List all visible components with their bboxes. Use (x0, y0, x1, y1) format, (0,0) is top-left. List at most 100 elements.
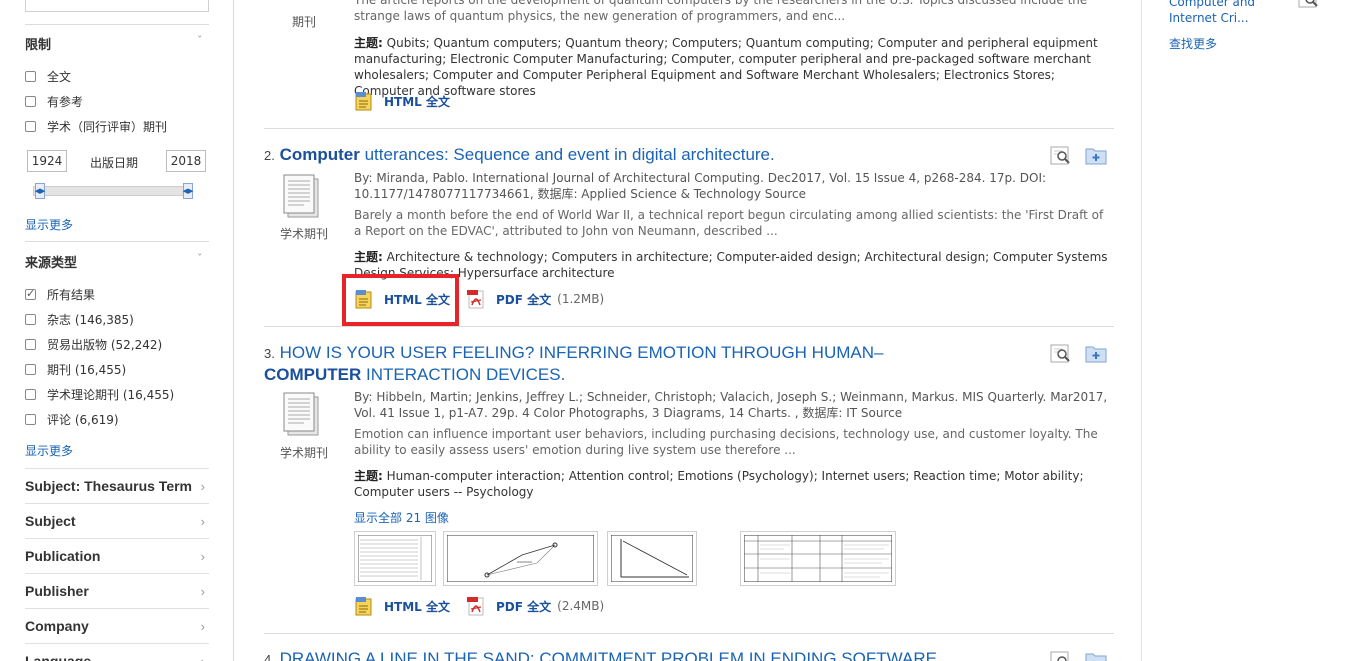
result-links: HTML 全文 PDF 全文 (2.4MB) (354, 596, 620, 616)
source-type-reviews[interactable]: 评论 (6,619) (25, 411, 119, 428)
checkbox[interactable] (25, 287, 36, 300)
date-to-input[interactable]: 2018 (166, 150, 206, 172)
subjects-text: Qubits; Quantum computers; Quantum theor… (354, 36, 1098, 98)
checkbox[interactable] (25, 121, 36, 132)
source-type-periodicals[interactable]: 期刊 (16,455) (25, 361, 126, 378)
checkbox-label: 学术理论期刊 (16,455) (47, 388, 175, 402)
link-label: HTML 全文 (384, 599, 450, 614)
facet-subject[interactable]: Subject › (25, 503, 209, 538)
checkbox-label: 杂志 (146,385) (47, 313, 134, 327)
pdf-fulltext-link[interactable]: PDF 全文 (2.4MB) (466, 596, 604, 616)
facet-company[interactable]: Company › (25, 608, 209, 643)
add-to-folder-icon[interactable] (1085, 343, 1107, 363)
doc-type-label: 学术期刊 (279, 227, 328, 241)
date-label: 出版日期 (90, 156, 139, 170)
result-number: 4. (264, 652, 275, 661)
result-title[interactable]: 2. Computer utterances: Sequence and eve… (264, 144, 775, 166)
related-topic-link[interactable]: Computer and Internet Cri... (1169, 0, 1289, 26)
chevron-up-icon[interactable]: ˇ (197, 34, 203, 47)
show-more-link[interactable]: 显示更多 (25, 442, 73, 459)
image-thumbnail[interactable] (607, 531, 697, 586)
checkbox[interactable] (25, 339, 36, 350)
checkbox[interactable] (25, 96, 36, 107)
preview-magnifier-icon[interactable] (1050, 343, 1072, 363)
source-type-trade[interactable]: 贸易出版物 (52,242) (25, 336, 162, 353)
diagram-thumbnail-icon (446, 534, 595, 583)
limit-heading[interactable]: 限制 (25, 34, 51, 53)
chevron-right-icon: › (200, 618, 205, 634)
image-thumbnail[interactable] (354, 531, 436, 586)
table-thumbnail-icon (743, 534, 893, 583)
checkbox-label: 全文 (47, 70, 72, 84)
result-abstract: Barely a month before the end of World W… (354, 208, 1104, 238)
find-more-link[interactable]: 查找更多 (1169, 35, 1217, 52)
facet-publisher[interactable]: Publisher › (25, 573, 209, 608)
show-all-images-link[interactable]: 显示全部 21 图像 (354, 509, 449, 526)
facet-publication[interactable]: Publication › (25, 538, 209, 573)
subjects-text: Human-computer interaction; Attention co… (354, 469, 1084, 499)
chevron-right-icon: › (200, 653, 205, 661)
link-label: PDF 全文 (496, 599, 552, 614)
limit-option-fulltext[interactable]: 全文 (25, 68, 71, 85)
divider (25, 241, 209, 242)
checkbox-label: 有参考 (47, 95, 84, 109)
result-abstract: The article reports on the development o… (354, 0, 1088, 23)
source-type-academic[interactable]: 学术理论期刊 (16,455) (25, 386, 174, 403)
add-to-folder-icon[interactable] (1085, 650, 1107, 661)
limit-option-references[interactable]: 有参考 (25, 93, 83, 110)
checkbox[interactable] (25, 414, 36, 425)
academic-journal-icon (283, 392, 319, 436)
html-fulltext-link[interactable]: HTML 全文 (354, 91, 450, 111)
result-abstract: Emotion can influence important user beh… (354, 427, 1098, 457)
chart-thumbnail-icon (610, 534, 694, 583)
slider-handle-right[interactable]: ◀▶ (183, 183, 193, 199)
source-type-all[interactable]: 所有结果 (25, 286, 95, 303)
result-number: 2. (264, 148, 275, 163)
pdf-doc-icon (467, 597, 484, 616)
preview-magnifier-icon[interactable] (1050, 145, 1072, 165)
highlight-box (342, 274, 459, 326)
slider-handle-left[interactable]: ◀▶ (35, 183, 45, 199)
chevron-right-icon: › (200, 548, 205, 564)
image-thumbnail[interactable] (443, 531, 598, 586)
checkbox-label: 期刊 (16,455) (47, 363, 127, 377)
results-list: 期刊 The article reports on the developmen… (264, 0, 1114, 661)
checkbox[interactable] (25, 71, 36, 82)
checkbox[interactable] (25, 314, 36, 325)
source-type-heading[interactable]: 来源类型 (25, 252, 77, 271)
result-title[interactable]: 4. DRAWING A LINE IN THE SAND: COMMITMEN… (264, 648, 1024, 661)
chevron-right-icon: › (200, 583, 205, 599)
related-panel: Computer and Internet Cri... 查找更多 (1141, 0, 1347, 661)
html-fulltext-link[interactable]: HTML 全文 (354, 596, 450, 616)
title-text: HOW IS YOUR USER FEELING? INFERRING EMOT… (279, 343, 884, 362)
add-to-folder-icon[interactable] (1085, 145, 1107, 165)
result-subjects: 主题: Human-computer interaction; Attentio… (354, 468, 1114, 500)
sidebar: 限制 ˇ 全文 有参考 学术（同行评审）期刊 1924 出版日期 2018 ◀▶… (0, 0, 234, 661)
show-more-link[interactable]: 显示更多 (25, 216, 73, 233)
preview-magnifier-icon[interactable] (1050, 650, 1072, 661)
pdf-fulltext-link[interactable]: PDF 全文 (1.2MB) (466, 289, 604, 309)
chevron-up-icon[interactable]: ˇ (197, 252, 203, 265)
result-divider (264, 128, 1114, 129)
limit-option-peer-reviewed[interactable]: 学术（同行评审）期刊 (25, 118, 167, 135)
date-from-input[interactable]: 1924 (27, 150, 67, 172)
facet-thesaurus-term[interactable]: Subject: Thesaurus Term › (25, 468, 209, 503)
result-subjects: 主题: Qubits; Quantum computers; Quantum t… (354, 35, 1114, 99)
facet-label: Publication (25, 548, 101, 564)
result-links: HTML 全文 (354, 91, 466, 111)
checkbox[interactable] (25, 389, 36, 400)
facet-label: Subject: Thesaurus Term (25, 478, 193, 494)
preview-magnifier-icon[interactable] (1298, 0, 1320, 8)
date-slider-track[interactable] (33, 186, 191, 196)
source-type-magazines[interactable]: 杂志 (146,385) (25, 311, 134, 328)
link-label: HTML 全文 (384, 94, 450, 109)
checkbox-label: 评论 (6,619) (47, 413, 119, 427)
title-highlight: Computer (279, 145, 360, 164)
checkbox[interactable] (25, 364, 36, 375)
subjects-label: 主题: (354, 250, 383, 264)
title-text: INTERACTION DEVICES. (361, 365, 566, 384)
sidebar-search-input[interactable] (25, 0, 209, 12)
facet-language[interactable]: Language › (25, 643, 209, 661)
result-title[interactable]: 3. HOW IS YOUR USER FEELING? INFERRING E… (264, 342, 964, 385)
image-thumbnail[interactable] (740, 531, 896, 586)
